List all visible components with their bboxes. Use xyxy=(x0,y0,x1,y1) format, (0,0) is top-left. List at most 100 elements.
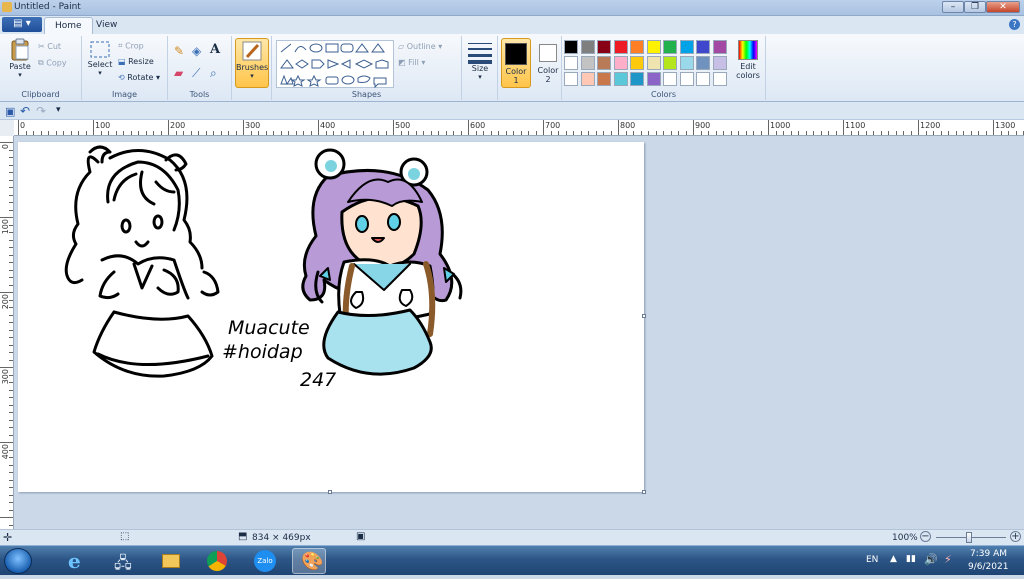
drawing-canvas[interactable]: Muacute #hoidap 247 xyxy=(18,142,644,492)
volume-icon[interactable]: 🔊 xyxy=(924,553,938,566)
zoom-out-button[interactable]: − xyxy=(920,531,931,542)
ruler-tick xyxy=(168,120,169,135)
rotate-button[interactable]: ⟲ Rotate ▾ xyxy=(118,73,160,82)
palette-swatch[interactable] xyxy=(646,40,661,54)
palette-swatch[interactable] xyxy=(597,40,611,54)
color-picker-tool[interactable]: ⟋ xyxy=(192,66,200,81)
paste-button[interactable]: Paste ▾ xyxy=(6,38,34,79)
palette-swatch[interactable] xyxy=(613,72,628,86)
canvas-resize-handle-right[interactable] xyxy=(642,314,646,318)
taskbar-internet-explorer[interactable]: e xyxy=(60,548,94,574)
zalo-icon: Zalo xyxy=(254,550,276,572)
fill-button[interactable]: ◩ Fill ▾ xyxy=(398,58,425,67)
palette-swatch[interactable] xyxy=(564,72,578,86)
outline-button[interactable]: ▱ Outline ▾ xyxy=(398,42,442,51)
palette-swatch[interactable] xyxy=(696,56,710,70)
rainbow-icon xyxy=(738,40,758,60)
customize-toolbar-icon[interactable]: ▾ xyxy=(56,105,61,115)
start-button[interactable] xyxy=(4,548,32,574)
palette-swatch[interactable] xyxy=(564,40,578,54)
undo-icon[interactable]: ↶ xyxy=(20,104,30,118)
resize-label: Resize xyxy=(128,57,154,66)
ruler-tick xyxy=(955,131,957,135)
resize-button[interactable]: ⬓ Resize xyxy=(118,57,154,66)
palette-swatch[interactable] xyxy=(712,40,727,54)
color1-button[interactable]: Color 1 xyxy=(501,38,531,88)
ruler-tick xyxy=(160,131,162,135)
palette-swatch[interactable] xyxy=(663,40,677,54)
palette-swatch[interactable] xyxy=(597,56,611,70)
edit-colors-button[interactable]: Edit colors xyxy=(732,38,764,80)
close-button[interactable]: ✕ xyxy=(986,1,1020,13)
ruler-tick xyxy=(618,120,619,135)
zoom-in-button[interactable]: + xyxy=(1010,531,1021,542)
palette-swatch[interactable] xyxy=(613,40,628,54)
palette-swatch[interactable] xyxy=(630,40,644,54)
palette-swatch[interactable] xyxy=(663,72,677,86)
taskbar-paint[interactable]: 🎨 xyxy=(292,548,326,574)
tab-view[interactable]: View xyxy=(86,17,127,34)
palette-swatch[interactable] xyxy=(712,72,727,86)
copy-button[interactable]: ⧉ Copy xyxy=(38,58,67,68)
magnifier-tool[interactable]: ⌕ xyxy=(210,66,217,81)
help-icon[interactable]: ? xyxy=(1009,19,1020,30)
palette-swatch[interactable] xyxy=(712,56,727,70)
power-icon[interactable]: ⚡ xyxy=(944,553,952,566)
palette-swatch[interactable] xyxy=(679,72,694,86)
palette-swatch[interactable] xyxy=(630,72,644,86)
paint-menu-button[interactable]: ▤ ▾ xyxy=(2,17,42,32)
palette-swatch[interactable] xyxy=(646,56,661,70)
clock-time[interactable]: 7:39 AM xyxy=(970,549,1007,559)
palette-swatch[interactable] xyxy=(663,56,677,70)
eraser-tool[interactable]: ▰ xyxy=(174,66,183,80)
color2-button[interactable]: Color 2 xyxy=(534,38,562,84)
magnifier-icon: ⌕ xyxy=(210,66,217,80)
save-icon[interactable]: ▣ xyxy=(5,105,15,118)
canvas-resize-handle-bottom[interactable] xyxy=(328,490,332,494)
palette-swatch[interactable] xyxy=(696,40,710,54)
image-size-text: 834 × 469px xyxy=(252,533,311,543)
ruler-tick xyxy=(9,232,13,233)
clock-date[interactable]: 9/6/2021 xyxy=(968,562,1008,572)
ruler-tick xyxy=(963,131,964,135)
fill-tool[interactable]: ◈ xyxy=(192,44,201,58)
select-button[interactable]: Select ▾ xyxy=(86,40,114,77)
brushes-button[interactable]: Brushes ▾ xyxy=(235,38,269,88)
canvas-resize-handle-corner[interactable] xyxy=(642,490,646,494)
shapes-gallery[interactable] xyxy=(276,40,394,88)
palette-swatch[interactable] xyxy=(630,56,644,70)
ruler-tick xyxy=(9,202,13,203)
taskbar-network[interactable]: 🖧 xyxy=(106,548,140,574)
palette-swatch[interactable] xyxy=(679,40,694,54)
palette-swatch[interactable] xyxy=(580,56,595,70)
palette-swatch[interactable] xyxy=(580,72,595,86)
ruler-label: 100 xyxy=(95,121,111,130)
palette-swatch[interactable] xyxy=(580,40,595,54)
signal-icon[interactable]: ▮▮ xyxy=(906,554,916,564)
taskbar-file-explorer[interactable] xyxy=(154,548,188,574)
text-tool[interactable]: A xyxy=(210,42,220,57)
zoom-slider-thumb[interactable] xyxy=(966,532,972,543)
canvas-workspace[interactable]: Muacute #hoidap 247 xyxy=(14,136,1024,529)
chevron-down-icon: ▾ xyxy=(421,58,426,67)
palette-swatch[interactable] xyxy=(696,72,710,86)
pencil-tool[interactable]: ✎ xyxy=(174,44,184,58)
palette-swatch[interactable] xyxy=(564,56,578,70)
paint-app-icon[interactable] xyxy=(2,2,12,12)
palette-swatch[interactable] xyxy=(646,72,661,86)
ruler-tick xyxy=(288,131,289,135)
ruler-tick xyxy=(648,131,649,135)
palette-swatch[interactable] xyxy=(679,56,694,70)
crop-button[interactable]: ⌗ Crop xyxy=(118,41,144,51)
palette-swatch[interactable] xyxy=(613,56,628,70)
language-indicator[interactable]: EN xyxy=(866,555,878,565)
minimize-button[interactable]: – xyxy=(942,1,964,13)
redo-icon[interactable]: ↷ xyxy=(36,104,46,118)
size-button[interactable]: Size ▾ xyxy=(465,40,495,81)
cut-button[interactable]: ✂ Cut xyxy=(38,42,61,51)
show-hidden-icons-icon[interactable]: ▲ xyxy=(890,554,897,564)
palette-swatch[interactable] xyxy=(597,72,611,86)
restore-button[interactable]: ❐ xyxy=(964,1,986,13)
taskbar-zalo[interactable]: Zalo xyxy=(248,548,282,574)
taskbar-chrome[interactable] xyxy=(200,548,234,574)
